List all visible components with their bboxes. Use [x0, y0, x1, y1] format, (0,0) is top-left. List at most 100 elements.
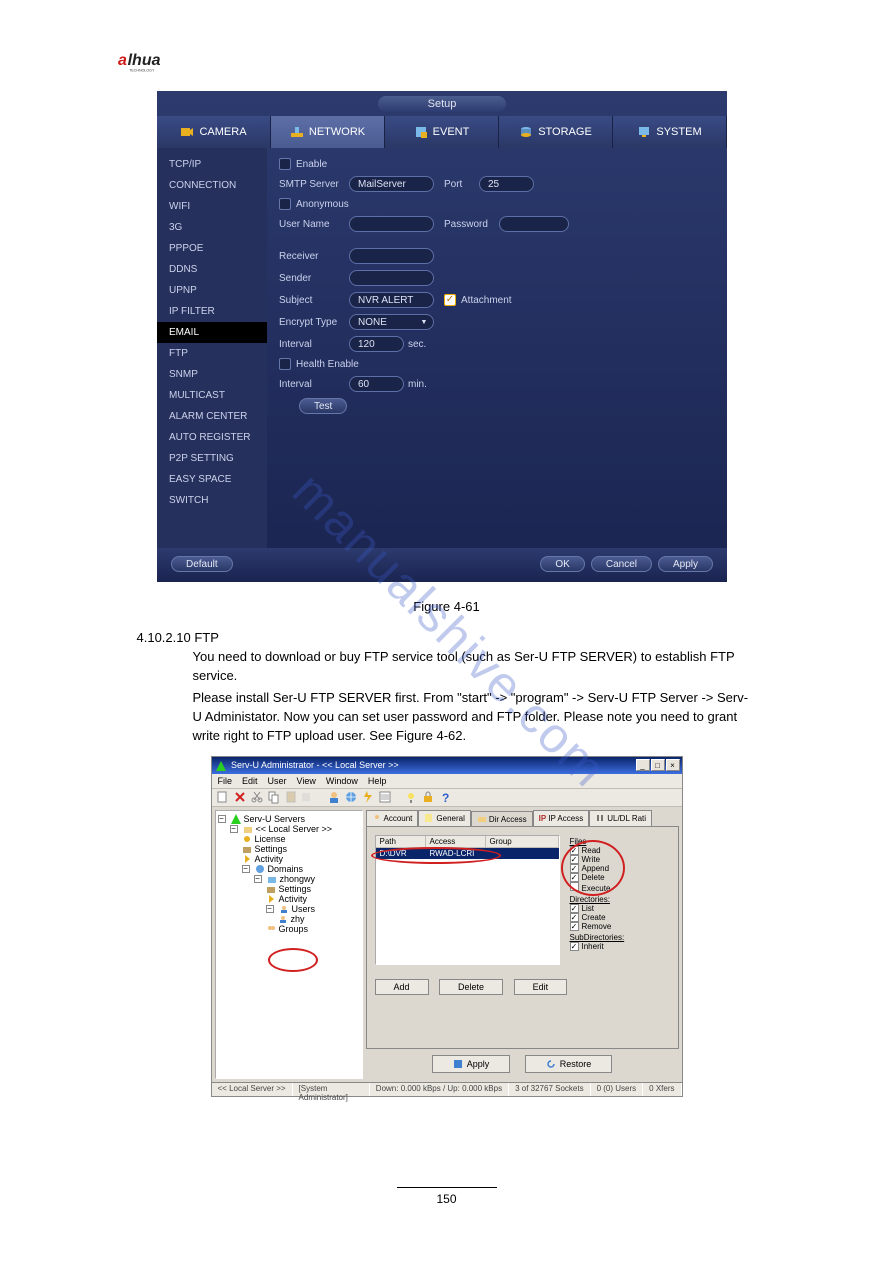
sidebar-item-ipfilter[interactable]: IP FILTER: [157, 301, 267, 322]
servu-titlebar: Serv-U Administrator - << Local Server >…: [212, 757, 682, 774]
username-input[interactable]: [349, 216, 434, 232]
min-label: min.: [408, 379, 427, 390]
toolbar-lock-icon[interactable]: [421, 790, 435, 804]
interval2-input[interactable]: 60: [349, 376, 404, 392]
list-checkbox[interactable]: ✓: [570, 904, 579, 913]
sidebar-item-snmp[interactable]: SNMP: [157, 364, 267, 385]
servu-restore-button[interactable]: Restore: [525, 1055, 613, 1073]
delete-checkbox[interactable]: ✓: [570, 873, 579, 882]
toolbar-users-icon[interactable]: [327, 790, 341, 804]
toolbar-cut-icon[interactable]: [250, 790, 264, 804]
minimize-button[interactable]: _: [636, 759, 650, 771]
sidebar-item-alarmcenter[interactable]: ALARM CENTER: [157, 406, 267, 427]
health-label: Health Enable: [296, 359, 359, 370]
toolbar-new-icon[interactable]: [216, 790, 230, 804]
sidebar-item-connection[interactable]: CONNECTION: [157, 175, 267, 196]
attachment-checkbox[interactable]: [444, 294, 456, 306]
servu-menubar: File Edit User View Window Help: [212, 774, 682, 789]
sidebar-item-upnp[interactable]: UPNP: [157, 280, 267, 301]
sidebar-item-switch[interactable]: SWITCH: [157, 490, 267, 511]
port-input[interactable]: 25: [479, 176, 534, 192]
toolbar-copy-icon[interactable]: [267, 790, 281, 804]
sidebar-item-ddns[interactable]: DDNS: [157, 259, 267, 280]
receiver-input[interactable]: [349, 248, 434, 264]
servu-edit-button[interactable]: Edit: [514, 979, 568, 995]
ok-button[interactable]: OK: [540, 556, 584, 572]
server-tree[interactable]: −Serv-U Servers −<< Local Server >> Lice…: [215, 810, 363, 1079]
close-button[interactable]: ×: [666, 759, 680, 771]
servu-add-button[interactable]: Add: [375, 979, 429, 995]
tab-network[interactable]: NETWORK: [271, 116, 385, 148]
health-checkbox[interactable]: [279, 358, 291, 370]
menu-user[interactable]: User: [268, 776, 287, 786]
intro-text-2: Please install Ser-U FTP SERVER first. F…: [193, 689, 757, 746]
sidebar-item-email[interactable]: EMAIL: [157, 322, 267, 343]
enable-checkbox[interactable]: [279, 158, 291, 170]
toolbar-light-icon[interactable]: [404, 790, 418, 804]
encrypt-label: Encrypt Type: [279, 317, 349, 328]
apply-button[interactable]: Apply: [658, 556, 713, 572]
sidebar-item-tcpip[interactable]: TCP/IP: [157, 154, 267, 175]
sidebar-item-ftp[interactable]: FTP: [157, 343, 267, 364]
menu-edit[interactable]: Edit: [242, 776, 258, 786]
sec-label: sec.: [408, 339, 426, 350]
tab-storage[interactable]: STORAGE: [499, 116, 613, 148]
password-input[interactable]: [499, 216, 569, 232]
sidebar-item-wifi[interactable]: WIFI: [157, 196, 267, 217]
execute-checkbox[interactable]: [570, 882, 579, 891]
inherit-checkbox[interactable]: ✓: [570, 942, 579, 951]
toolbar-delete-icon[interactable]: [233, 790, 247, 804]
sidebar-item-autoregister[interactable]: AUTO REGISTER: [157, 427, 267, 448]
tab-camera[interactable]: CAMERA: [157, 116, 271, 148]
encrypt-select[interactable]: NONE▼: [349, 314, 434, 330]
menu-view[interactable]: View: [297, 776, 316, 786]
read-checkbox[interactable]: ✓: [570, 846, 579, 855]
create-checkbox[interactable]: ✓: [570, 913, 579, 922]
anonymous-checkbox[interactable]: [279, 198, 291, 210]
servu-delete-button[interactable]: Delete: [439, 979, 503, 995]
toolbar-help-icon[interactable]: ?: [438, 790, 452, 804]
interval1-input[interactable]: 120: [349, 336, 404, 352]
cancel-button[interactable]: Cancel: [591, 556, 652, 572]
menu-window[interactable]: Window: [326, 776, 358, 786]
write-checkbox[interactable]: ✓: [570, 855, 579, 864]
subject-label: Subject: [279, 295, 349, 306]
interval2-label: Interval: [279, 379, 349, 390]
svg-text:lhua: lhua: [128, 52, 161, 69]
list-row: D:\DVR RWAD-LCRI: [376, 848, 559, 859]
tab-ipaccess[interactable]: IPIP Access: [533, 810, 590, 826]
sender-input[interactable]: [349, 270, 434, 286]
tab-account[interactable]: Account: [366, 810, 419, 826]
remove-checkbox[interactable]: ✓: [570, 922, 579, 931]
menu-help[interactable]: Help: [368, 776, 387, 786]
default-button[interactable]: Default: [171, 556, 233, 572]
test-button[interactable]: Test: [299, 398, 347, 414]
servu-apply-button[interactable]: Apply: [432, 1055, 511, 1073]
servu-screenshot: Serv-U Administrator - << Local Server >…: [211, 756, 683, 1097]
smtp-server-input[interactable]: MailServer: [349, 176, 434, 192]
tab-uldlratio[interactable]: UL/DL Rati: [589, 810, 652, 826]
menu-file[interactable]: File: [218, 776, 233, 786]
append-checkbox[interactable]: ✓: [570, 864, 579, 873]
tab-event[interactable]: EVENT: [385, 116, 499, 148]
sidebar-item-p2psetting[interactable]: P2P SETTING: [157, 448, 267, 469]
tab-general[interactable]: General: [418, 810, 470, 826]
tab-system[interactable]: SYSTEM: [613, 116, 727, 148]
port-label: Port: [444, 179, 479, 190]
toolbar-globe-icon[interactable]: [344, 790, 358, 804]
files-heading: Files: [570, 837, 625, 846]
figure-caption: Figure 4-61: [137, 598, 757, 617]
col-path: Path: [376, 836, 426, 847]
toolbar-lightning-icon[interactable]: [361, 790, 375, 804]
tab-diraccess[interactable]: Dir Access: [471, 811, 533, 827]
sidebar-item-3g[interactable]: 3G: [157, 217, 267, 238]
sidebar-item-easyspace[interactable]: EASY SPACE: [157, 469, 267, 490]
maximize-button[interactable]: □: [651, 759, 665, 771]
smtp-server-label: SMTP Server: [279, 179, 349, 190]
path-list[interactable]: Path Access Group D:\DVR RWAD-LCRI: [375, 835, 560, 965]
chevron-down-icon: ▼: [419, 317, 429, 327]
subject-input[interactable]: NVR ALERT: [349, 292, 434, 308]
sidebar-item-pppoe[interactable]: PPPOE: [157, 238, 267, 259]
sidebar-item-multicast[interactable]: MULTICAST: [157, 385, 267, 406]
toolbar-list-icon[interactable]: [378, 790, 392, 804]
